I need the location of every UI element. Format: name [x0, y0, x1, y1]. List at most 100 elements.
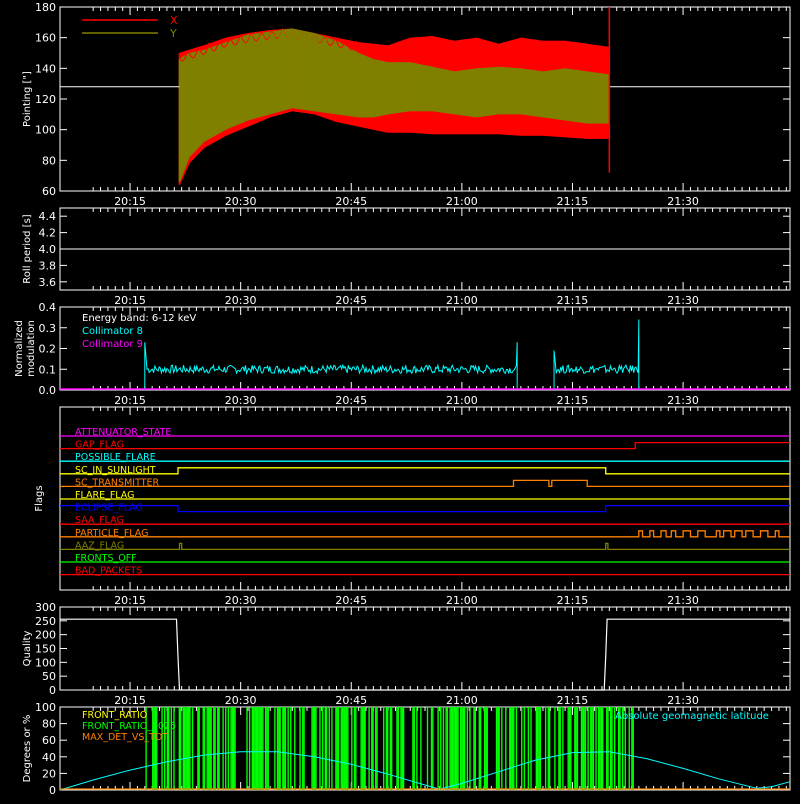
flag-line-6 — [60, 504, 790, 513]
pointing-panel: 20:15 20:30 20:45 21:00 21:15 21:30 60 80 100 120… — [22, 1, 791, 208]
ratio-legend-2: MAX_DET_VS_TOT — [82, 732, 168, 743]
roll-xtick-label: 20:45 — [335, 294, 367, 307]
quality-ytick-label: 300 — [35, 601, 56, 614]
quality-xtick-label: 21:15 — [557, 694, 589, 707]
modulation-ylabel-line2: modulation — [26, 320, 37, 377]
flag-label-11: BAD_PACKETS — [75, 566, 142, 577]
flag-label-5: FLARE_FLAG — [75, 490, 135, 501]
roll-xtick-label: 21:30 — [667, 294, 699, 307]
modulation-collimator8-segment — [553, 319, 640, 390]
pointing-ytick-label: 60 — [42, 185, 56, 198]
ratios-ytick-label: 40 — [42, 751, 56, 764]
ratios-ytick-label: 60 — [42, 734, 56, 747]
roll-ytick-label: 4.4 — [39, 210, 57, 223]
quality-xtick-label: 21:30 — [667, 694, 699, 707]
pointing-xtick-label: 20:30 — [225, 195, 257, 208]
pointing-ytick-label: 180 — [35, 1, 56, 14]
flags-ylabel: Flags — [34, 485, 45, 511]
quality-xtick-label: 21:00 — [446, 694, 478, 707]
ratios-ytick-label: 80 — [42, 718, 56, 731]
flag-line-9 — [60, 542, 790, 551]
modulation-ytick-label: 0.4 — [39, 301, 57, 314]
flag-label-2: POSSIBLE_FLARE — [75, 452, 156, 463]
modulation-xtick-label: 21:30 — [667, 394, 699, 407]
modulation-collimator8-segment — [144, 342, 518, 390]
modulation-xtick-label: 20:30 — [225, 394, 257, 407]
flags-xtick-label: 20:30 — [225, 594, 257, 607]
roll-xtick-label: 20:15 — [114, 294, 146, 307]
flag-label-0: ATTENUATOR_STATE — [75, 427, 171, 438]
quicklook-chart-stack: 20:15 20:30 20:45 21:00 21:15 21:30 60 80 100 120… — [0, 0, 800, 800]
quality-line — [60, 618, 790, 691]
quality-ytick-label: 200 — [35, 629, 56, 642]
pointing-ylabel: Pointing ["] — [22, 71, 33, 127]
ratios-ytick-label: 100 — [35, 701, 56, 714]
pointing-xtick-label: 20:45 — [335, 195, 367, 208]
flags-xtick-label: 21:30 — [667, 594, 699, 607]
modulation-xtick-label: 20:45 — [335, 394, 367, 407]
ratios-panel: 0 20 40 60 80 100Degrees or % FRONT_RATIOFRONT… — [22, 701, 791, 797]
pointing-xtick-label: 21:30 — [667, 195, 699, 208]
flag-label-7: SAA_FLAG — [75, 515, 124, 526]
quality-ytick-label: 50 — [42, 670, 56, 683]
modulation-xtick-label: 21:00 — [446, 394, 478, 407]
quality-xtick-label: 20:15 — [114, 694, 146, 707]
ratio-geomagnetic-latitude-line — [59, 751, 791, 791]
roll-xtick-label: 20:30 — [225, 294, 257, 307]
pointing-ytick-label: 100 — [35, 124, 56, 137]
modulation-ytick-label: 0.0 — [39, 384, 57, 397]
ratios-ylabel: Degrees or % — [22, 715, 33, 783]
quality-panel: 20:15 20:30 20:45 21:00 21:15 21:300501001502… — [22, 601, 791, 707]
modulation-legend-1: Collimator 8 — [82, 326, 143, 337]
quality-xtick-label: 20:30 — [225, 694, 257, 707]
quality-xtick-label: 20:45 — [335, 694, 367, 707]
quicklook-svg: 20:15 20:30 20:45 21:00 21:15 21:30 60 80 100 120… — [14, 1, 791, 797]
pointing-ytick-label: 120 — [35, 93, 56, 106]
flag-label-10: FRONTS_OFF — [75, 553, 137, 564]
flag-label-4: SC_TRANSMITTER — [75, 477, 160, 488]
flag-line-8 — [60, 530, 790, 538]
quality-ytick-label: 250 — [35, 615, 56, 628]
roll-panel: 20:15 20:30 20:45 21:00 21:15 21:30 3.6 3.8 4.0 4… — [22, 207, 791, 307]
flag-label-1: GAP_FLAG — [75, 440, 124, 451]
quality-ytick-label: 100 — [35, 656, 56, 669]
flags-xtick-label: 21:15 — [557, 594, 589, 607]
flags-xtick-label: 20:15 — [114, 594, 146, 607]
roll-ytick-label: 3.8 — [39, 259, 57, 272]
ratio-legend-1: FRONT_RATIO_1025 — [82, 721, 176, 732]
roll-xtick-label: 21:15 — [557, 294, 589, 307]
pointing-legend-label-y: Y — [169, 27, 177, 40]
modulation-ytick-label: 0.1 — [39, 363, 57, 376]
pointing-xtick-label: 20:15 — [114, 195, 146, 208]
flag-label-9: AAZ_FLAG — [75, 540, 124, 551]
flag-label-8: PARTICLE_FLAG — [75, 528, 148, 539]
modulation-legend-0: Energy band: 6-12 keV — [82, 313, 196, 324]
modulation-legend-2: Collimator 9 — [82, 339, 143, 350]
ratio-legend-latitude: Absolute geomagnetic latitude — [615, 711, 769, 722]
flag-line-3 — [60, 467, 790, 475]
modulation-ytick-label: 0.3 — [39, 322, 57, 335]
flags-xtick-label: 21:00 — [446, 594, 478, 607]
modulation-panel: 20:15 20:30 20:45 21:00 21:15 21:30 0.0 0.1 0.2 0… — [14, 301, 791, 407]
modulation-ylabel-line1: Normalized — [14, 320, 25, 377]
modulation-ytick-label: 0.2 — [39, 343, 57, 356]
flag-line-1 — [60, 441, 790, 450]
pointing-xtick-label: 21:15 — [557, 195, 589, 208]
pointing-xtick-label: 21:00 — [446, 195, 478, 208]
pointing-ytick-label: 160 — [35, 32, 56, 45]
pointing-legend-label-x: X — [170, 14, 178, 27]
quality-ylabel: Quality — [22, 631, 33, 667]
roll-ytick-label: 4.2 — [39, 227, 57, 240]
pointing-ytick-label: 80 — [42, 154, 56, 167]
roll-xtick-label: 21:00 — [446, 294, 478, 307]
pointing-ytick-label: 140 — [35, 62, 56, 75]
ratios-ytick-label: 0 — [49, 784, 56, 797]
flag-label-3: SC_IN_SUNLIGHT — [75, 465, 156, 476]
ratio-legend-0: FRONT_RATIO — [82, 710, 147, 721]
flag-line-4 — [60, 479, 790, 488]
roll-ylabel: Roll period [s] — [22, 214, 33, 283]
flags-xtick-label: 20:45 — [335, 594, 367, 607]
ratios-ytick-label: 20 — [42, 767, 56, 780]
modulation-xtick-label: 20:15 — [114, 394, 146, 407]
roll-ytick-label: 4.0 — [39, 243, 57, 256]
